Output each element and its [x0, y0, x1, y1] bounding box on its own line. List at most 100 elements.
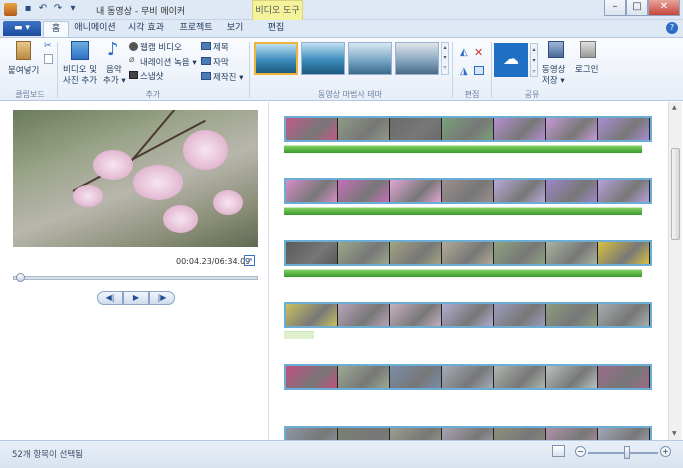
paste-icon[interactable] — [16, 41, 31, 60]
clip-thumbnail[interactable] — [286, 180, 338, 202]
qat-dropdown-icon[interactable]: ▾ — [67, 3, 79, 15]
theme-thumbnail-1[interactable] — [254, 42, 298, 75]
undo-icon[interactable]: ↶ — [37, 3, 49, 15]
theme-thumbnail-3[interactable] — [348, 42, 392, 75]
audio-track[interactable] — [284, 145, 642, 153]
snapshot-button[interactable]: 스냅샷 — [140, 70, 163, 82]
previous-frame-button[interactable]: ◀| — [97, 291, 123, 305]
clip-thumbnail[interactable] — [598, 366, 650, 388]
clip-strip[interactable] — [284, 302, 652, 328]
rotate-right-icon[interactable]: ◮ — [460, 66, 468, 77]
clip-strip[interactable] — [284, 178, 652, 204]
minimize-button[interactable]: – — [604, 0, 626, 16]
help-icon[interactable]: ? — [666, 22, 678, 34]
audio-track[interactable] — [284, 269, 642, 277]
clip-thumbnail[interactable] — [598, 242, 650, 264]
clip-thumbnail[interactable] — [442, 304, 494, 326]
clip-thumbnail[interactable] — [286, 366, 338, 388]
theme-thumbnail-4[interactable] — [395, 42, 439, 75]
sign-in-icon[interactable] — [580, 41, 596, 58]
clip-thumbnail[interactable] — [338, 366, 390, 388]
caption-button[interactable]: 자막 — [213, 56, 229, 68]
clip-thumbnail[interactable] — [286, 428, 338, 440]
clip-thumbnail[interactable] — [494, 366, 546, 388]
clip-thumbnail[interactable] — [286, 242, 338, 264]
clip-thumbnail[interactable] — [598, 180, 650, 202]
tab-animations[interactable]: 애니메이션 — [71, 21, 119, 37]
credits-button[interactable]: 제작진 ▾ — [213, 71, 243, 83]
clip-strip[interactable] — [284, 116, 652, 142]
clip-strip[interactable] — [284, 240, 652, 266]
file-menu-button[interactable]: ▬ ▾ — [3, 21, 41, 36]
clip-thumbnail[interactable] — [494, 242, 546, 264]
add-music-label-2[interactable]: 추가 ▾ — [103, 74, 126, 86]
audio-track[interactable] — [284, 207, 642, 215]
clip-strip[interactable] — [284, 364, 652, 390]
tab-project[interactable]: 프로젝트 — [174, 21, 218, 37]
add-video-photo-icon[interactable] — [71, 41, 89, 60]
clip-thumbnail[interactable] — [546, 242, 598, 264]
add-video-photo-label-2[interactable]: 사진 추가 — [63, 74, 97, 86]
clip-thumbnail[interactable] — [390, 428, 442, 440]
fullscreen-icon[interactable]: ↗ — [244, 255, 255, 266]
clip-thumbnail[interactable] — [546, 118, 598, 140]
clip-thumbnail[interactable] — [442, 428, 494, 440]
clip-thumbnail[interactable] — [494, 304, 546, 326]
zoom-out-button[interactable]: − — [575, 446, 586, 457]
zoom-in-button[interactable]: + — [660, 446, 671, 457]
clip-thumbnail[interactable] — [546, 304, 598, 326]
clip-thumbnail[interactable] — [546, 428, 598, 440]
delete-icon[interactable]: ✕ — [474, 46, 483, 59]
scroll-up-icon[interactable]: ▲ — [672, 104, 677, 111]
clip-thumbnail[interactable] — [338, 118, 390, 140]
title-button[interactable]: 제목 — [213, 41, 229, 53]
share-gallery-scroll[interactable]: ▴ ▾ ▿ — [530, 43, 538, 77]
clip-thumbnail[interactable] — [338, 180, 390, 202]
seek-thumb[interactable] — [15, 273, 25, 282]
pane-divider[interactable] — [268, 102, 269, 440]
tab-edit[interactable]: 편집 — [262, 21, 290, 37]
app-icon[interactable] — [4, 3, 17, 16]
clip-thumbnail[interactable] — [442, 366, 494, 388]
copy-icon[interactable] — [44, 54, 53, 64]
clip-thumbnail[interactable] — [390, 180, 442, 202]
onedrive-cloud-icon[interactable]: ☁ — [494, 43, 528, 77]
zoom-slider-track[interactable] — [588, 452, 658, 454]
save-movie-icon[interactable] — [548, 41, 564, 58]
tab-visual-effects[interactable]: 시각 효과 — [124, 21, 168, 37]
scroll-down-icon[interactable]: ▼ — [672, 430, 677, 437]
clip-thumbnail[interactable] — [286, 304, 338, 326]
clip-thumbnail[interactable] — [442, 118, 494, 140]
sign-in-button[interactable]: 로그인 — [575, 63, 598, 75]
scroll-thumb[interactable] — [671, 148, 680, 240]
clip-thumbnail[interactable] — [598, 118, 650, 140]
clip-thumbnail[interactable] — [286, 118, 338, 140]
clip-thumbnail[interactable] — [390, 242, 442, 264]
storyboard[interactable] — [270, 102, 668, 440]
clip-thumbnail[interactable] — [390, 304, 442, 326]
clip-thumbnail[interactable] — [546, 180, 598, 202]
clip-thumbnail[interactable] — [598, 304, 650, 326]
theme-thumbnail-2[interactable] — [301, 42, 345, 75]
paste-button[interactable]: 붙여넣기 — [8, 64, 39, 76]
clip-thumbnail[interactable] — [598, 428, 650, 440]
clip-strip[interactable] — [284, 426, 652, 440]
webcam-video-button[interactable]: 웹캠 비디오 — [140, 41, 182, 53]
next-frame-button[interactable]: |▶ — [149, 291, 175, 305]
clip-thumbnail[interactable] — [546, 366, 598, 388]
clip-thumbnail[interactable] — [494, 118, 546, 140]
clip-thumbnail[interactable] — [338, 428, 390, 440]
tab-view[interactable]: 보기 — [222, 21, 248, 37]
clip-thumbnail[interactable] — [494, 428, 546, 440]
rotate-left-icon[interactable]: ◭ — [460, 47, 468, 58]
record-narration-button[interactable]: 내레이션 녹음 ▾ — [140, 56, 197, 68]
save-movie-label-2[interactable]: 저장 ▾ — [542, 74, 565, 86]
clip-thumbnail[interactable] — [494, 180, 546, 202]
clip-thumbnail[interactable] — [338, 242, 390, 264]
select-all-icon[interactable] — [474, 66, 484, 75]
zoom-slider-thumb[interactable] — [624, 446, 630, 459]
redo-icon[interactable]: ↷ — [52, 3, 64, 15]
clip-thumbnail[interactable] — [338, 304, 390, 326]
maximize-button[interactable]: □ — [626, 0, 648, 16]
clip-thumbnail[interactable] — [390, 118, 442, 140]
